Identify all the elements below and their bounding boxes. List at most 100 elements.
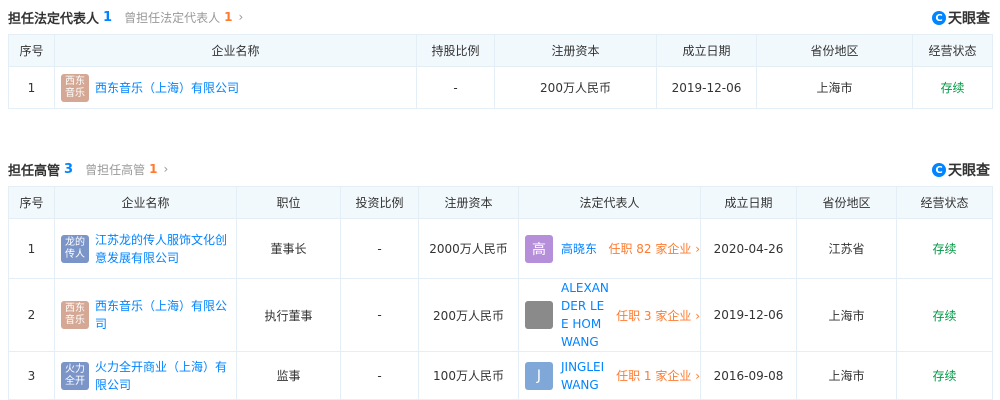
legal-rep-cell: J JINGLEI WANG 任职 1 家企业 › [518,351,701,400]
status-badge: 存续 [912,66,993,109]
company-logo[interactable]: 龙的 传人 [61,234,89,263]
section-title: 担任法定代表人 [8,11,100,27]
registered-capital: 200万人民币 [418,278,519,352]
legal-rep-table: 序号 企业名称 持股比例 注册资本 成立日期 省份地区 经营状态 1 西东 音乐 … [8,34,993,109]
legal-rep-cell: 高高晓东 任职 82 家企业 › [518,218,701,279]
company-cell: 火力 全开 火力全开商业（上海）有限公司 [54,351,237,400]
col-header: 法定代表人 [518,186,701,219]
status-badge: 存续 [896,351,993,400]
person-link[interactable]: JINGLEI WANG [561,358,610,394]
history-link[interactable]: 曾担任法定代表人 1 › [124,9,243,26]
history-link-label: 曾担任高管 [85,162,146,177]
chevron-right-icon: › [695,369,700,383]
company-link[interactable]: 西东音乐（上海）有限公司 [95,297,236,333]
position: 董事长 [236,218,341,279]
table-row: 1 龙的 传人 江苏龙的传人服饰文化创意发展有限公司 董事长 -2000万人民币高高晓东任… [8,218,993,279]
company-cell: 龙的 传人 江苏龙的传人服饰文化创意发展有限公司 [54,218,237,279]
region: 上海市 [796,278,897,352]
company-logo[interactable]: 火力 全开 [61,361,89,390]
col-header: 企业名称 [54,34,417,67]
person-avatar[interactable]: 高 [525,234,553,263]
registered-capital: 2000万人民币 [418,218,519,279]
section-legal-representative: 担任法定代表人 1 曾担任法定代表人 1 › C 天眼查 序号 企业名称 持股比… [8,4,993,109]
history-count: 1 [149,162,158,176]
company-cell: 西东 音乐 西东音乐（上海）有限公司 [54,66,417,109]
person-jobs-label: 任职 3 家企业 [616,308,692,323]
table-header-row: 序号 企业名称 持股比例 注册资本 成立日期 省份地区 经营状态 [8,34,993,67]
company-link[interactable]: 西东音乐（上海）有限公司 [95,79,239,97]
founded-date: 2020-04-26 [700,218,797,279]
section-executive: 担任高管 3 曾担任高管 1 › C 天眼查 序号 企业名称 职位 投资比例 注… [8,156,993,400]
person-link[interactable]: ALEXANDER LEE HOMWANG [561,279,610,351]
founded-date: 2019-12-06 [700,278,797,352]
history-count: 1 [224,10,233,24]
col-header: 成立日期 [656,34,757,67]
person-jobs-link[interactable]: 任职 3 家企业 › [616,307,700,324]
position: 监事 [236,351,341,400]
company-link[interactable]: 江苏龙的传人服饰文化创意发展有限公司 [95,231,236,267]
col-header: 投资比例 [340,186,419,219]
col-header: 成立日期 [700,186,797,219]
invest-ratio: - [340,278,419,352]
registered-capital: 200万人民币 [494,66,657,109]
history-link[interactable]: 曾担任高管 1 › [85,161,168,178]
person-jobs-label: 任职 82 家企业 [608,242,692,256]
section-title: 担任高管 [8,163,61,179]
region: 江苏省 [796,218,897,279]
brand-logo: C 天眼查 [932,8,990,28]
brand-mark-icon: C [932,11,946,25]
col-header: 省份地区 [796,186,897,219]
history-link-label: 曾担任法定代表人 [124,10,221,25]
invest-ratio: - [340,351,419,400]
col-header: 注册资本 [494,34,657,67]
table-header-row: 序号 企业名称 职位 投资比例 注册资本 法定代表人 成立日期 省份地区 经营状… [8,186,993,219]
brand-name: 天眼查 [948,11,990,27]
founded-date: 2016-09-08 [700,351,797,400]
person-jobs-link[interactable]: 任职 82 家企业 › [608,240,700,257]
col-header: 序号 [8,186,55,219]
table-row: 3 火力 全开 火力全开商业（上海）有限公司 监事 -100万人民币 J JINGLEI WA… [8,351,993,400]
founded-date: 2019-12-06 [656,66,757,109]
chevron-right-icon: › [695,242,700,256]
section-header: 担任法定代表人 1 曾担任法定代表人 1 › C 天眼查 [8,4,992,30]
company-logo[interactable]: 西东 音乐 [61,73,89,102]
col-header: 企业名称 [54,186,237,219]
brand-logo: C 天眼查 [932,160,990,180]
col-header: 职位 [236,186,341,219]
status-badge: 存续 [896,278,993,352]
chevron-right-icon: › [163,162,169,176]
legal-rep-cell: ALEXANDER LEE HOMWANG 任职 3 家企业 › [518,278,701,352]
col-header: 持股比例 [416,34,495,67]
status-badge: 存续 [896,218,993,279]
table-row: 1 西东 音乐 西东音乐（上海）有限公司 - 200万人民币 2019-12-06… [8,66,993,109]
position: 执行董事 [236,278,341,352]
person-avatar[interactable] [525,301,553,329]
brand-name: 天眼查 [948,163,990,179]
region: 上海市 [796,351,897,400]
executive-table: 序号 企业名称 职位 投资比例 注册资本 法定代表人 成立日期 省份地区 经营状… [8,186,993,400]
registered-capital: 100万人民币 [418,351,519,400]
invest-ratio: - [340,218,419,279]
row-index: 1 [8,218,55,279]
col-header: 经营状态 [912,34,993,67]
person-link[interactable]: 高晓东 [561,240,602,258]
col-header: 经营状态 [896,186,993,219]
chevron-right-icon: › [238,10,244,24]
company-cell: 西东 音乐 西东音乐（上海）有限公司 [54,278,237,352]
table-row: 2 西东 音乐 西东音乐（上海）有限公司 执行董事 -200万人民币 ALEXANDER L… [8,278,993,352]
brand-mark-icon: C [932,163,946,177]
company-logo[interactable]: 西东 音乐 [61,301,89,329]
section-header: 担任高管 3 曾担任高管 1 › C 天眼查 [8,156,992,182]
section-count: 3 [64,161,74,177]
row-index: 1 [8,66,55,109]
row-index: 3 [8,351,55,400]
chevron-right-icon: › [695,308,700,323]
person-jobs-link[interactable]: 任职 1 家企业 › [616,367,700,384]
region: 上海市 [756,66,913,109]
company-link[interactable]: 火力全开商业（上海）有限公司 [95,358,236,394]
section-count: 1 [103,9,113,25]
col-header: 序号 [8,34,55,67]
col-header: 注册资本 [418,186,519,219]
person-jobs-label: 任职 1 家企业 [616,369,692,383]
person-avatar[interactable]: J [525,361,553,390]
